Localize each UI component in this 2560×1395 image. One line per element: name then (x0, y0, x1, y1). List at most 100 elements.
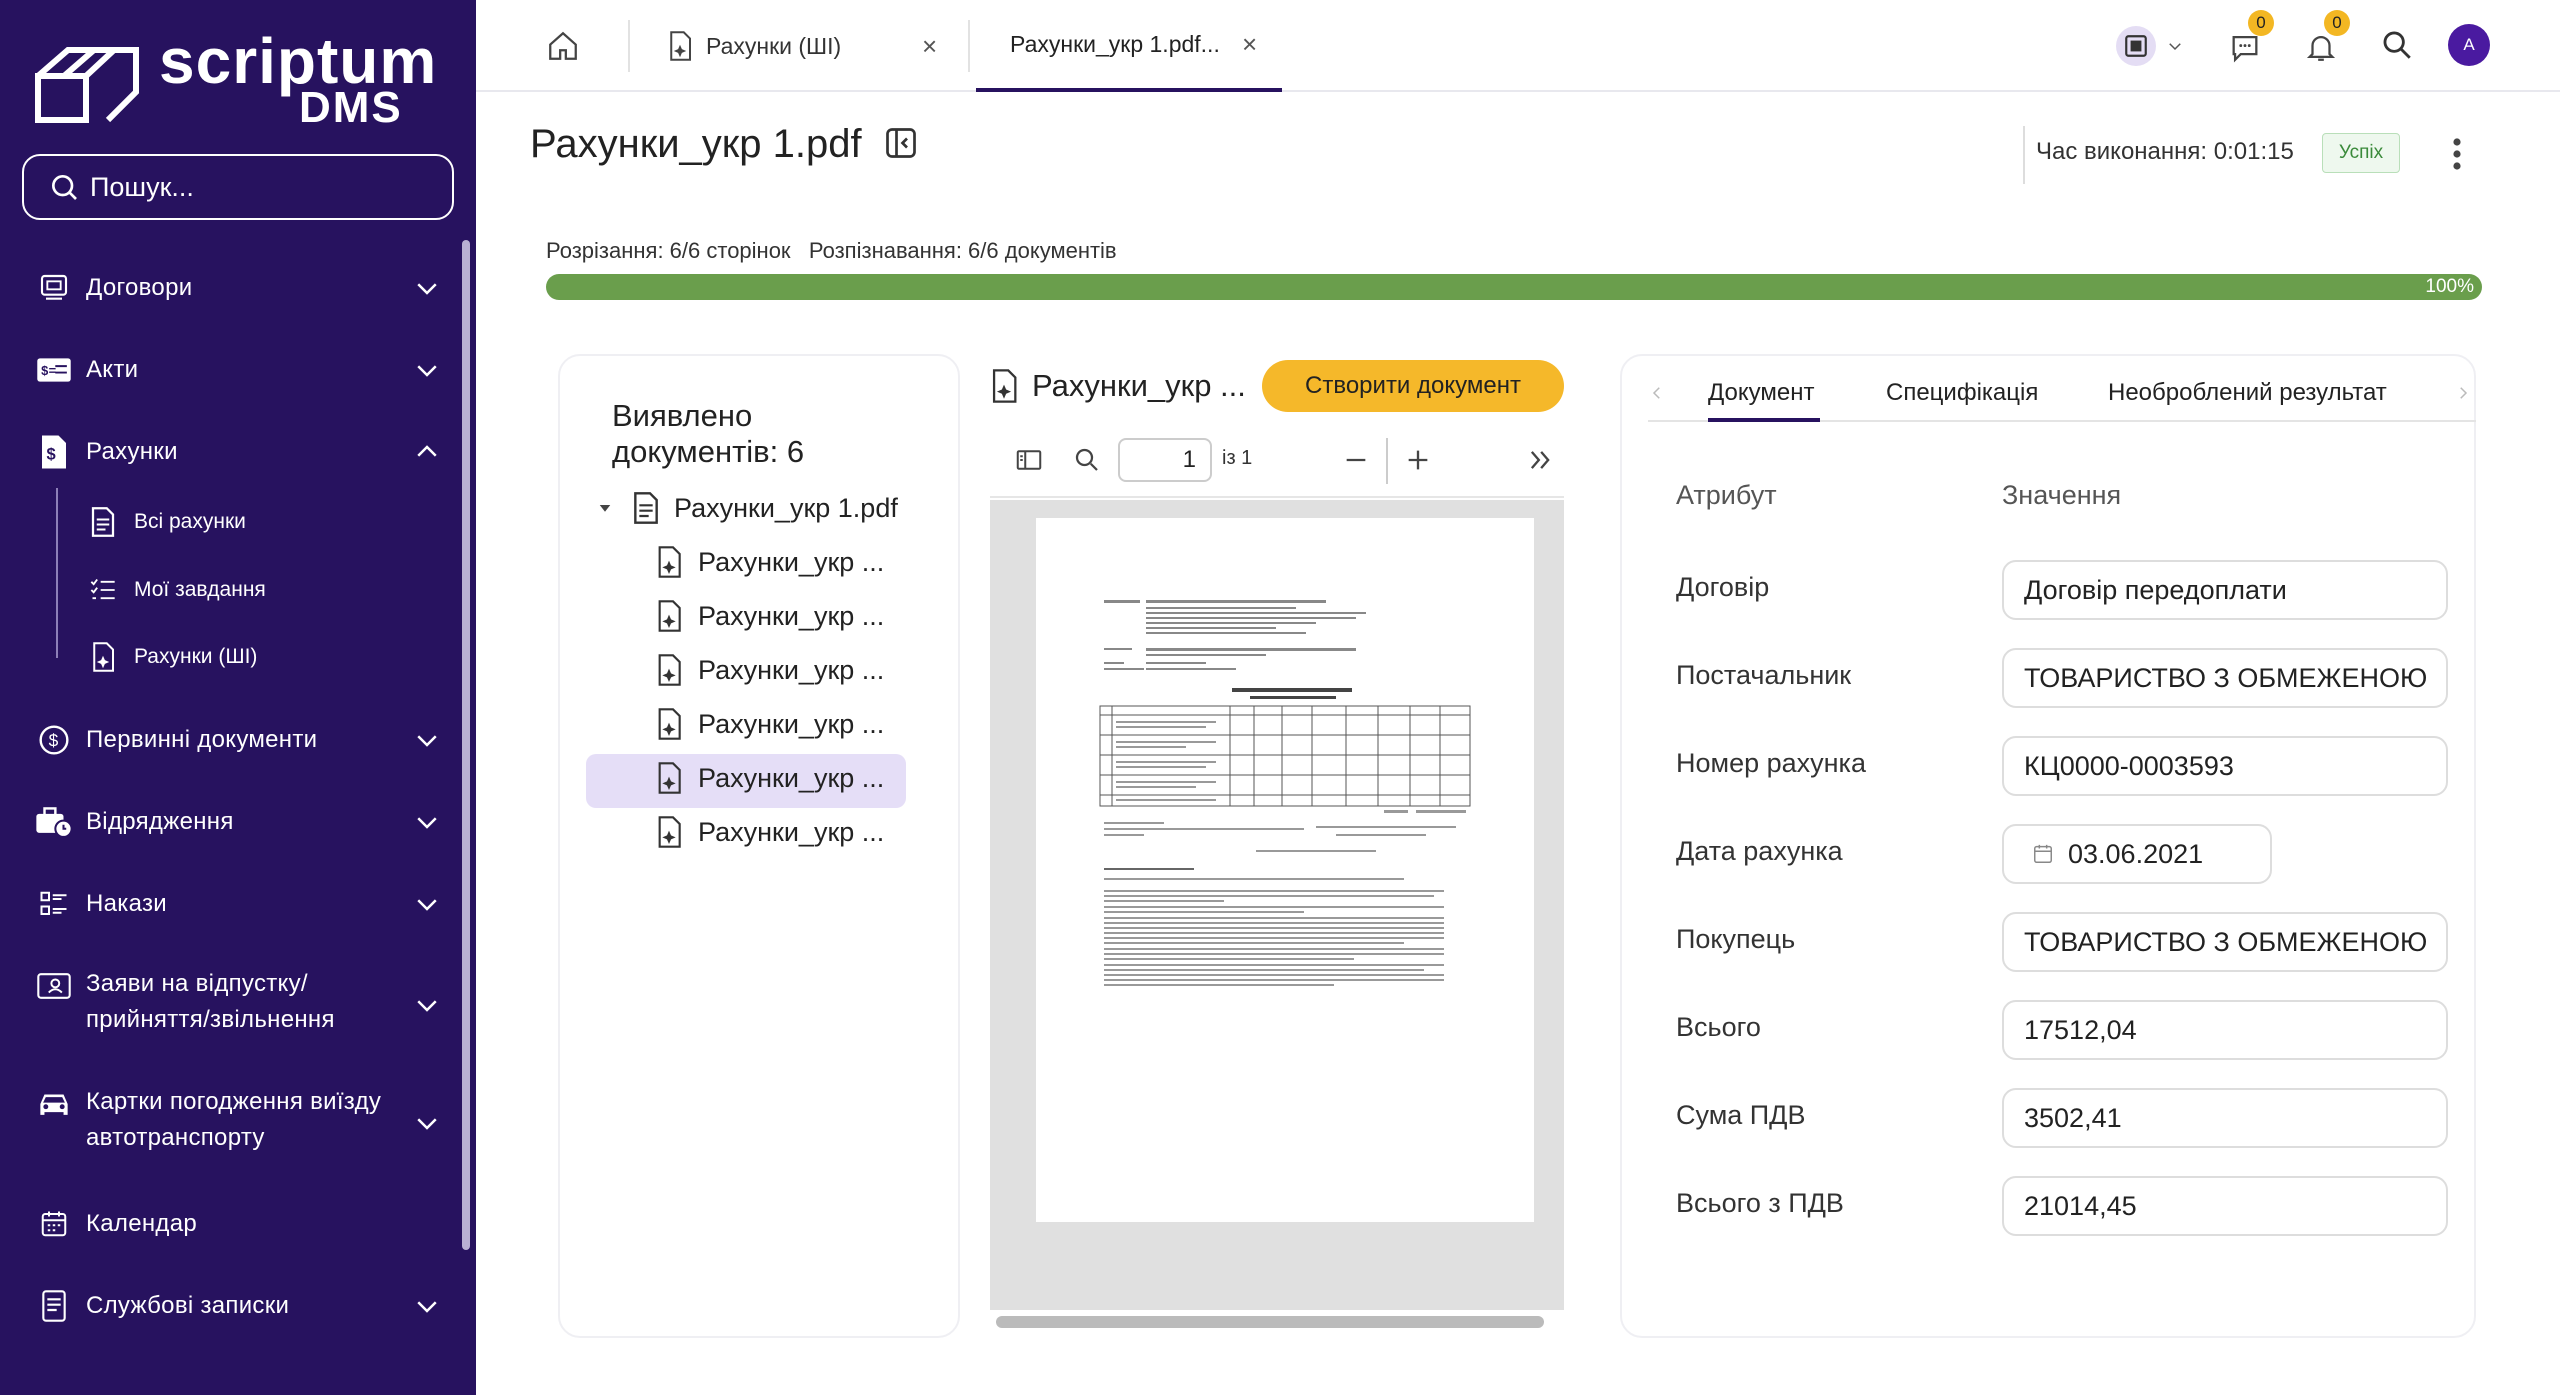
tree-child-label: Рахунки_укр ... (698, 654, 885, 685)
attribute-value-field[interactable]: ТОВАРИСТВО З ОБМЕЖЕНОЮ (2002, 912, 2448, 972)
sidebar-item-contracts[interactable]: Договори (0, 266, 476, 310)
viewer-horizontal-scrollbar[interactable] (996, 1316, 1544, 1328)
car-icon (34, 1084, 74, 1124)
attribute-label: Постачальник (1676, 660, 1852, 690)
chevron-right-icon[interactable] (2454, 384, 2472, 402)
pdf-file-icon (632, 492, 660, 524)
chevron-down-icon[interactable] (412, 273, 442, 303)
attribute-value-field[interactable]: 3502,41 (2002, 1088, 2448, 1148)
attribute-value-field[interactable]: 17512,04 (2002, 1000, 2448, 1060)
sidebar-subitem-label: Мої завдання (134, 578, 266, 601)
sidebar: scriptum DMS Пошук... Договори $= Акти $… (0, 0, 476, 1395)
create-document-button[interactable]: Створити документ (1262, 360, 1564, 412)
attribute-value-field[interactable]: 21014,45 (2002, 1176, 2448, 1236)
zoom-in-icon[interactable] (1404, 446, 1432, 474)
chevron-down-icon[interactable] (412, 807, 442, 837)
progress-bar: 100% (546, 274, 2482, 300)
sidebar-item-label: Заяви на відпустку/ прийняття/звільнення (86, 970, 335, 1033)
screen-toggle[interactable] (2116, 18, 2186, 74)
svg-text:$=: $= (41, 363, 56, 378)
svg-text:$: $ (47, 446, 57, 464)
ai-document-icon (654, 654, 684, 686)
chevron-left-icon[interactable] (1648, 384, 1666, 402)
sidebar-toggle-icon[interactable] (1014, 445, 1044, 475)
sidebar-subitem-all-invoices[interactable]: Всі рахунки (86, 502, 246, 542)
active-tab-indicator (1708, 418, 1820, 422)
attribute-label: Всього з ПДВ (1676, 1188, 1844, 1218)
more-icon[interactable] (2450, 136, 2464, 172)
progress-label: 100% (2425, 276, 2474, 297)
attribute-value-field[interactable]: ТОВАРИСТВО З ОБМЕЖЕНОЮ (2002, 648, 2448, 708)
sidebar-scrollbar[interactable] (462, 240, 470, 1250)
notifications-button[interactable]: 0 (2304, 10, 2350, 74)
sidebar-item-orders[interactable]: Накази (0, 882, 476, 926)
attribute-label: Покупець (1676, 924, 1796, 954)
date-field[interactable]: 03.06.2021 (2002, 824, 2272, 884)
sidebar-item-label: Договори (86, 274, 193, 301)
chevron-down-icon[interactable] (412, 355, 442, 385)
tree-child-label: Рахунки_укр ... (698, 762, 885, 793)
page-number-input[interactable]: 1 (1118, 438, 1212, 482)
sidebar-item-vehicle-cards[interactable]: Картки погодження виїзду автотранспорту (0, 1084, 476, 1164)
logo-dms: DMS (299, 83, 403, 132)
tree-root[interactable]: Рахунки_укр 1.pdf (596, 492, 898, 524)
sidebar-item-label: Календар (86, 1210, 198, 1237)
zoom-out-icon[interactable] (1342, 446, 1370, 474)
sidebar-item-acts[interactable]: $= Акти (0, 348, 476, 392)
sidebar-item-invoices[interactable]: $ Рахунки (0, 430, 476, 474)
tab-raw-result[interactable]: Необроблений результат (2108, 360, 2387, 426)
tree-child-label: Рахунки_укр ... (698, 708, 885, 739)
caret-down-icon[interactable] (596, 499, 614, 517)
search-icon[interactable] (1072, 445, 1102, 475)
sidebar-subitem-my-tasks[interactable]: Мої завдання (86, 570, 266, 610)
chevron-up-icon[interactable] (412, 437, 442, 467)
sidebar-item-label: Первинні документи (86, 726, 318, 753)
attribute-value-field[interactable]: КЦ0000-0003593 (2002, 736, 2448, 796)
sidebar-item-business-trips[interactable]: Відрядження (0, 800, 476, 844)
tree-child-item[interactable]: Рахунки_укр ... (654, 546, 884, 578)
close-icon[interactable]: × (922, 31, 937, 62)
sidebar-item-primary-docs[interactable]: $ Первинні документи (0, 718, 476, 762)
memo-icon (34, 1286, 74, 1326)
search-icon (2383, 31, 2411, 59)
tab-ai-invoices[interactable]: Рахунки (ШІ) × (666, 0, 946, 92)
close-icon[interactable]: × (1242, 29, 1257, 60)
global-search-button[interactable] (2380, 18, 2420, 74)
tree-child-item[interactable]: Рахунки_укр ... (654, 600, 884, 632)
tree-child-item[interactable]: Рахунки_укр ... (654, 816, 884, 848)
sidebar-item-applications[interactable]: Заяви на відпустку/ прийняття/звільнення (0, 966, 476, 1046)
logo[interactable]: scriptum DMS (34, 26, 436, 130)
sidebar-item-memos[interactable]: Службові записки (0, 1284, 476, 1328)
ai-document-icon (992, 369, 1017, 403)
sidebar-item-label: Накази (86, 890, 167, 917)
dollar-circle-icon: $ (34, 720, 74, 760)
avatar[interactable]: A (2448, 24, 2490, 66)
ai-document-icon (654, 708, 684, 740)
briefcase-icon (34, 802, 74, 842)
sidebar-subitem-ai-invoices[interactable]: Рахунки (ШІ) (86, 637, 257, 677)
progress-text: Розрізання: 6/6 сторінок Розпізнавання: … (546, 238, 1117, 263)
search-box[interactable]: Пошук... (22, 154, 454, 220)
chevron-down-icon[interactable] (412, 1291, 442, 1321)
collapse-panel-icon[interactable] (883, 125, 919, 161)
calendar-icon (2034, 844, 2052, 863)
tree-child-item[interactable]: Рахунки_укр ... (654, 762, 884, 794)
chevron-down-icon[interactable] (412, 725, 442, 755)
pdf-page (1036, 518, 1534, 1222)
attribute-value-field[interactable]: Договір передоплати (2002, 560, 2448, 620)
chevron-down-icon[interactable] (412, 990, 442, 1020)
sidebar-item-label: Картки погодження виїзду автотранспорту (86, 1088, 382, 1151)
tab-document[interactable]: Документ (1708, 360, 1814, 426)
tab-pdf[interactable]: Рахунки_укр 1.pdf... × (976, 0, 1282, 92)
chevron-down-icon[interactable] (412, 889, 442, 919)
tree-child-item[interactable]: Рахунки_укр ... (654, 708, 884, 740)
comments-button[interactable]: 0 (2228, 10, 2274, 74)
date-value: 03.06.2021 (2068, 839, 2204, 869)
tree-child-item[interactable]: Рахунки_укр ... (654, 654, 884, 686)
sidebar-item-calendar[interactable]: Календар (0, 1202, 476, 1246)
tab-specification[interactable]: Специфікація (1886, 360, 2038, 426)
home-tab[interactable] (542, 0, 584, 92)
double-chevron-right-icon[interactable] (1526, 446, 1554, 474)
search-icon (52, 175, 77, 200)
chevron-down-icon[interactable] (412, 1108, 442, 1138)
